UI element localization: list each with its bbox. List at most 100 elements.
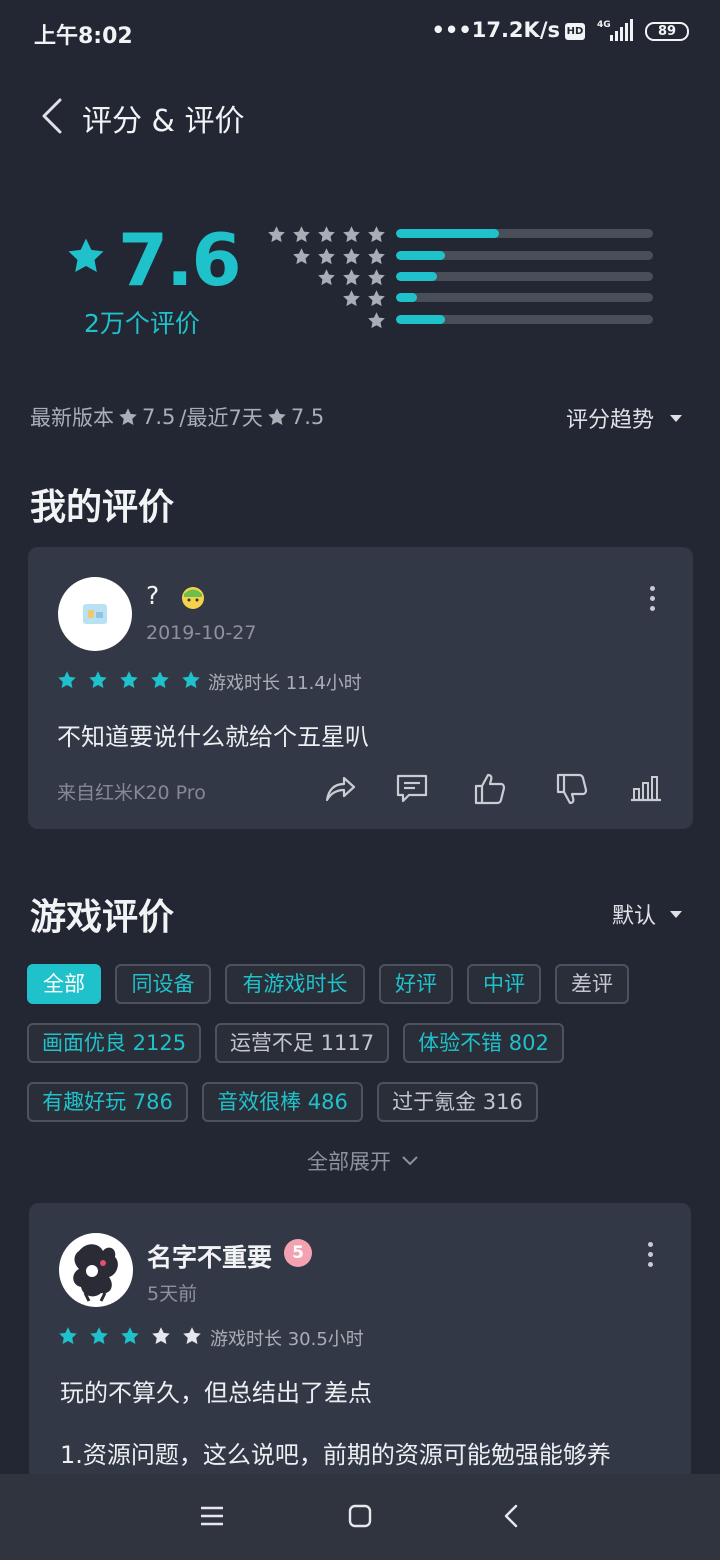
page-title: 评分 & 评价 <box>82 104 245 139</box>
star-icon <box>343 290 360 307</box>
menu-icon[interactable] <box>198 1502 226 1530</box>
star-icon <box>268 408 286 425</box>
version-rating: 最新版本 7.5 /最近7天 7.5 <box>30 402 324 432</box>
level-badge: 5 <box>284 1239 312 1267</box>
star-icon <box>151 671 169 688</box>
thumbs-up-icon[interactable] <box>473 772 507 806</box>
distribution-bar-fill <box>396 293 417 302</box>
latest-version-score: 7.5 <box>142 405 176 429</box>
hd-icon: HD <box>565 23 585 40</box>
review-card: 名字不重要 5 5天前 游戏时长 30.5小时 玩的不算久，但总结出了差点 1.… <box>29 1203 691 1503</box>
star-icon <box>268 226 285 243</box>
star-icon <box>58 671 76 688</box>
system-navigation-bar <box>0 1474 720 1560</box>
tag-positive[interactable]: 好评 <box>379 964 453 1004</box>
comment-icon[interactable] <box>395 772 429 806</box>
signal-icon: 4G <box>597 19 633 41</box>
star-icon <box>90 1327 108 1344</box>
rating-trend-dropdown[interactable]: 评分趋势 <box>566 402 682 434</box>
avatar[interactable] <box>59 1233 133 1307</box>
star-icon <box>68 238 104 272</box>
review-stars <box>58 1326 202 1346</box>
tag-same-device[interactable]: 同设备 <box>115 964 211 1004</box>
star-icon <box>368 290 385 307</box>
expand-label: 全部展开 <box>307 1150 391 1174</box>
sort-dropdown[interactable]: 默认 <box>612 898 682 930</box>
tag-has-playtime[interactable]: 有游戏时长 <box>225 964 365 1004</box>
battery-icon: 89 <box>645 22 689 41</box>
star-icon <box>183 1327 201 1344</box>
playtime: 游戏时长 11.4小时 <box>208 673 362 694</box>
network-type: 4G <box>597 20 611 30</box>
tag-sound[interactable]: 音效很棒 486 <box>202 1082 363 1122</box>
review-stars <box>57 670 201 690</box>
distribution-row-2-star <box>250 290 654 307</box>
distribution-bar <box>396 229 653 238</box>
home-icon[interactable] <box>346 1502 374 1530</box>
distribution-stars <box>367 311 386 331</box>
star-icon <box>343 226 360 243</box>
network-speed: •••17.2K/s <box>431 18 560 42</box>
tag-pay-to-win[interactable]: 过于氪金 316 <box>377 1082 538 1122</box>
username: 名字不重要 <box>147 1243 273 1272</box>
stats-icon[interactable] <box>629 772 663 806</box>
star-icon <box>318 248 335 265</box>
star-icon <box>120 671 138 688</box>
star-icon <box>152 1327 170 1344</box>
distribution-row-4-star <box>250 248 654 265</box>
distribution-stars <box>292 247 386 267</box>
star-icon <box>119 408 137 425</box>
distribution-stars <box>342 289 386 309</box>
tag-all[interactable]: 全部 <box>27 964 101 1004</box>
more-icon[interactable] <box>646 1242 654 1268</box>
more-icon[interactable] <box>648 586 656 612</box>
tag-operations[interactable]: 运营不足 1117 <box>215 1023 389 1063</box>
review-text: 玩的不算久，但总结出了差点 <box>60 1379 372 1407</box>
latest-version-label: 最新版本 <box>30 406 114 430</box>
caret-down-icon <box>670 414 682 422</box>
playtime: 游戏时长 30.5小时 <box>210 1329 364 1350</box>
recent-score: 7.5 <box>290 405 325 429</box>
distribution-row-1-star <box>250 312 654 329</box>
distribution-stars <box>317 268 386 288</box>
review-text: 不知道要说什么就给个五星叭 <box>57 723 369 751</box>
distribution-bar-fill <box>396 229 499 238</box>
distribution-bar <box>396 251 653 260</box>
distribution-bar <box>396 272 653 281</box>
star-icon <box>343 248 360 265</box>
avatar[interactable] <box>58 577 132 651</box>
game-reviews-title: 游戏评价 <box>30 897 175 938</box>
my-review-title: 我的评价 <box>30 487 175 528</box>
tag-experience[interactable]: 体验不错 802 <box>403 1023 564 1063</box>
tag-fun[interactable]: 有趣好玩 786 <box>27 1082 188 1122</box>
distribution-stars <box>267 225 386 245</box>
sort-label: 默认 <box>611 904 656 929</box>
average-score: 7.6 <box>118 218 242 302</box>
distribution-bar <box>396 293 653 302</box>
distribution-bar-fill <box>396 272 438 281</box>
star-icon <box>293 248 310 265</box>
star-icon <box>368 312 385 329</box>
tag-neutral[interactable]: 中评 <box>467 964 541 1004</box>
device-label: 来自红米K20 Pro <box>57 782 206 804</box>
tag-graphics[interactable]: 画面优良 2125 <box>27 1023 201 1063</box>
recent-label: /最近7天 <box>179 406 263 430</box>
caret-down-icon <box>670 910 682 918</box>
back-icon[interactable] <box>498 1502 526 1530</box>
review-text-2: 1.资源问题，这么说吧，前期的资源可能勉强能够养 <box>60 1441 611 1469</box>
avatar-image <box>73 1244 118 1302</box>
star-icon <box>121 1327 139 1344</box>
star-icon <box>318 226 335 243</box>
chevron-down-icon <box>402 1156 418 1166</box>
share-icon[interactable] <box>323 772 357 806</box>
distribution-bar <box>396 315 653 324</box>
distribution-bar-fill <box>396 251 445 260</box>
level-badge-icon <box>182 587 204 609</box>
thumbs-down-icon[interactable] <box>555 772 589 806</box>
star-icon <box>368 248 385 265</box>
avatar-image <box>83 604 107 624</box>
expand-all-button[interactable]: 全部展开 <box>307 1146 419 1176</box>
my-review-card: ? 2019-10-27 游戏时长 11.4小时 不知道要说什么就给个五星叭 来… <box>28 547 693 829</box>
tag-negative[interactable]: 差评 <box>555 964 629 1004</box>
back-arrow-icon[interactable] <box>38 96 68 136</box>
